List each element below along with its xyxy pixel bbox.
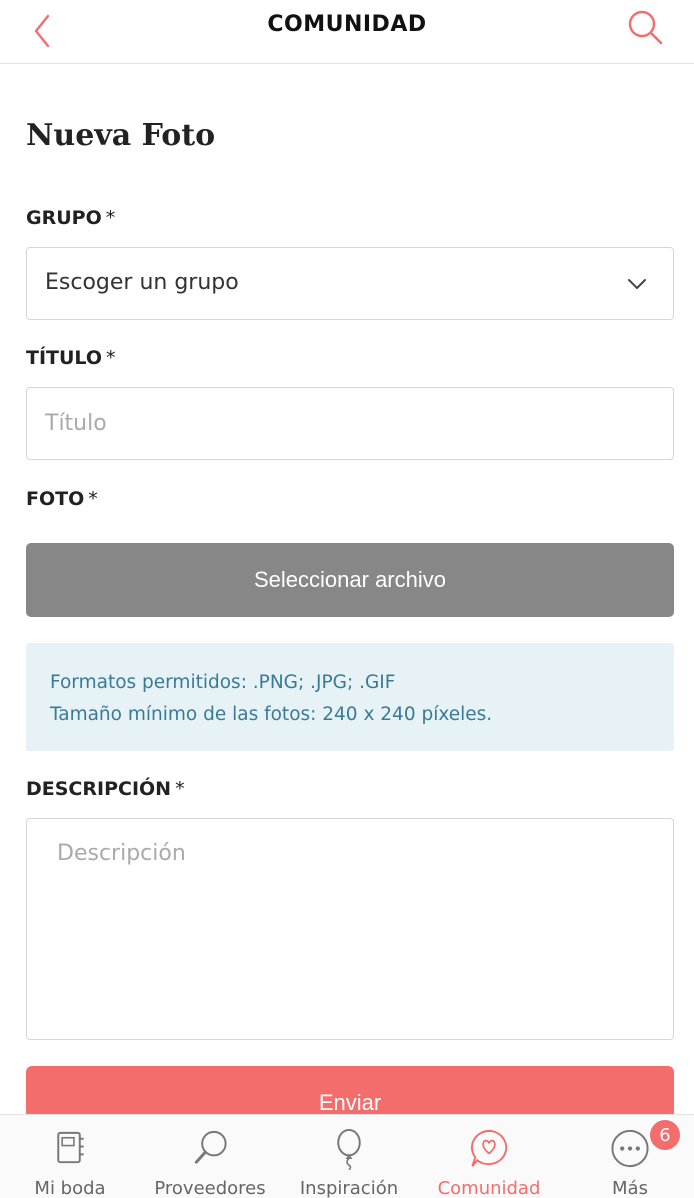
search-icon [628,10,663,45]
min-size-text: Tamaño mínimo de las fotos: 240 x 240 pí… [50,704,493,725]
tab-label: Comunidad [437,1178,541,1198]
notebook-icon [57,1131,84,1164]
required-mark: * [106,347,116,369]
description-textarea[interactable] [27,819,673,1039]
page-title: Nueva Foto [26,118,216,153]
required-mark: * [105,207,116,229]
tab-label: Proveedores [154,1178,266,1198]
tab-label: Más [612,1178,648,1198]
tab-mi-boda[interactable]: Mi boda [20,1115,120,1198]
tab-label: Mi boda [34,1178,106,1198]
tab-proveedores[interactable]: Proveedores [148,1115,272,1198]
photo-label: FOTO * [26,488,98,510]
allowed-formats-text: Formatos permitidos: .PNG; .JPG; .GIF [50,672,396,693]
title-input[interactable] [27,388,673,459]
notification-badge: 6 [648,1118,682,1152]
select-file-button[interactable]: Seleccionar archivo [26,543,674,617]
more-icon [611,1129,649,1168]
tab-inspiracion[interactable]: Inspiración [292,1115,406,1198]
chevron-down-icon [628,279,646,289]
required-mark: * [88,488,98,510]
group-select[interactable]: Escoger un grupo [26,247,674,320]
top-bar: COMUNIDAD [0,0,694,64]
photo-info-box: Formatos permitidos: .PNG; .JPG; .GIF Ta… [26,643,674,751]
title-label: TÍTULO * [26,347,116,369]
title-field-wrapper [26,387,674,460]
group-label: GRUPO * [26,207,115,229]
description-label-text: DESCRIPCIÓN [26,778,172,800]
balloon-icon [337,1128,361,1170]
required-mark: * [175,778,185,800]
tab-comunidad[interactable]: Comunidad [430,1115,548,1198]
header-title: COMUNIDAD [267,12,427,37]
description-label: DESCRIPCIÓN * [26,778,185,800]
tab-label: Inspiración [299,1178,399,1198]
group-label-text: GRUPO [26,207,102,229]
bottom-tab-bar: Mi boda Proveedores Inspiración Comunida… [0,1114,694,1198]
title-label-text: TÍTULO [26,347,102,369]
photo-label-text: FOTO [26,488,85,510]
group-select-value: Escoger un grupo [45,270,239,295]
heart-chat-icon [470,1129,508,1167]
search-button[interactable] [624,6,668,50]
magnifier-icon [194,1130,227,1164]
description-field-wrapper [26,818,674,1040]
